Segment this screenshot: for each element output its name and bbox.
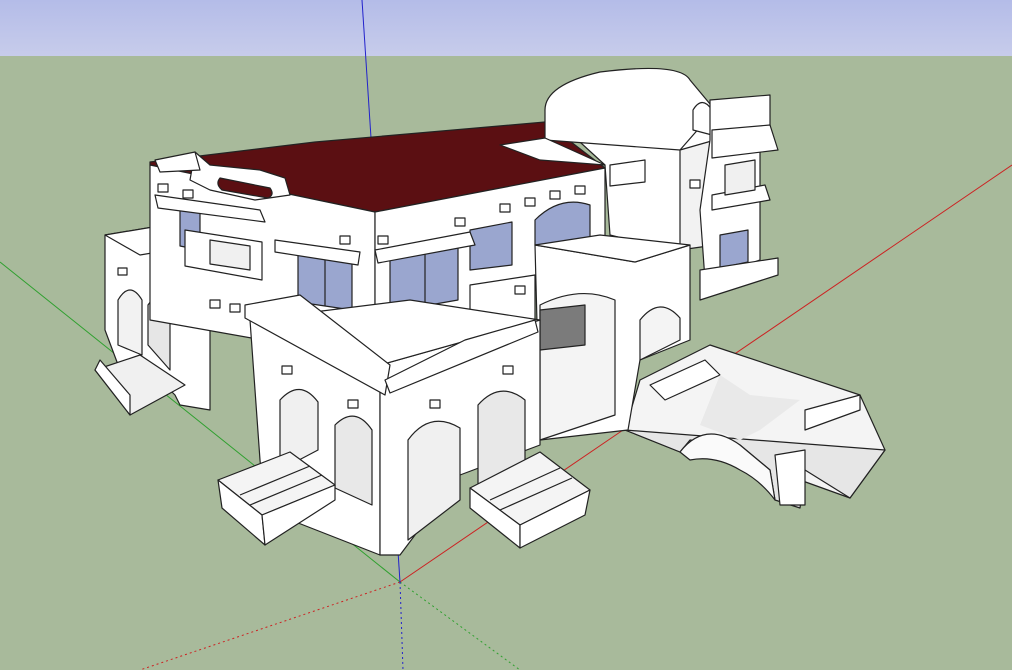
model-scene[interactable]: [0, 0, 1012, 670]
right-balconies[interactable]: [699, 94, 779, 301]
3d-viewport[interactable]: [0, 0, 1012, 670]
sky: [0, 0, 1012, 56]
